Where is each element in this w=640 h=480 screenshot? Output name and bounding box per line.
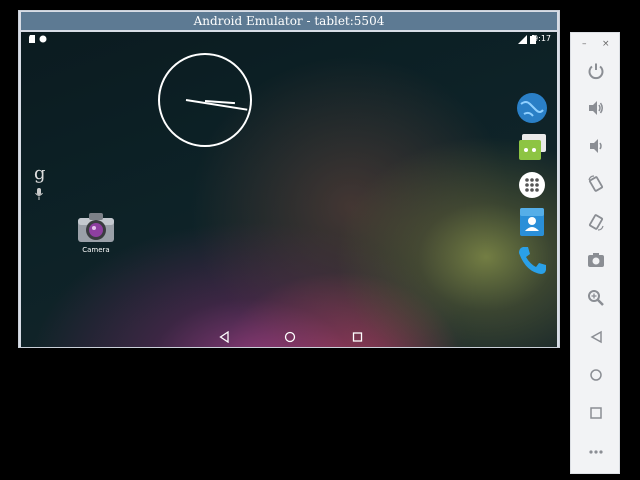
zoom-button[interactable]	[584, 286, 608, 310]
messaging-icon[interactable]	[516, 132, 548, 164]
phone-icon[interactable]	[516, 244, 548, 276]
voice-search-mic-icon[interactable]	[35, 188, 43, 200]
emulator-window: Android Emulator - tablet:5504 9:17 g Ca…	[18, 10, 560, 348]
camera-app-shortcut[interactable]: Camera	[73, 212, 119, 254]
overview-button[interactable]	[584, 401, 608, 425]
volume-up-button[interactable]	[584, 96, 608, 120]
more-button[interactable]	[584, 440, 608, 464]
close-button[interactable]: ×	[602, 39, 610, 49]
volume-down-icon	[590, 139, 602, 153]
screenshot-button[interactable]	[584, 248, 608, 272]
browser-globe-icon[interactable]	[516, 92, 548, 124]
screenshot-icon	[588, 253, 604, 267]
sd-card-icon	[29, 35, 35, 43]
volume-down-button[interactable]	[584, 134, 608, 158]
rotate-left-button[interactable]	[584, 172, 608, 196]
back-button[interactable]	[584, 325, 608, 349]
camera-app-label: Camera	[82, 246, 110, 254]
emulator-side-toolbar: – ×	[570, 32, 620, 474]
recents-icon[interactable]	[352, 331, 363, 343]
signal-icon	[518, 35, 527, 44]
notification-dot-icon	[39, 35, 47, 43]
power-icon	[588, 63, 604, 80]
more-icon	[589, 450, 603, 454]
contacts-icon[interactable]	[516, 206, 548, 238]
rotate-right-icon	[589, 214, 604, 231]
analog-clock-widget[interactable]	[158, 53, 252, 147]
back-icon	[590, 330, 602, 344]
home-icon[interactable]	[284, 331, 296, 343]
overview-icon	[590, 407, 602, 419]
status-time: 9:17	[533, 34, 551, 43]
back-icon[interactable]	[219, 331, 229, 343]
zoom-icon	[588, 290, 604, 306]
home-icon	[590, 369, 602, 381]
navigation-bar	[21, 329, 557, 347]
window-title: Android Emulator - tablet:5504	[21, 12, 557, 30]
minimize-button[interactable]: –	[582, 39, 587, 49]
volume-up-icon	[589, 101, 603, 115]
rotate-right-button[interactable]	[584, 210, 608, 234]
app-drawer-icon[interactable]	[516, 169, 548, 201]
home-button[interactable]	[584, 363, 608, 387]
rotate-left-icon	[588, 175, 603, 192]
android-screen[interactable]: 9:17 g Camera	[21, 32, 557, 347]
status-bar: 9:17	[21, 32, 557, 46]
camera-icon	[78, 213, 114, 242]
google-search-icon[interactable]: g	[34, 163, 46, 184]
power-button[interactable]	[584, 59, 608, 83]
